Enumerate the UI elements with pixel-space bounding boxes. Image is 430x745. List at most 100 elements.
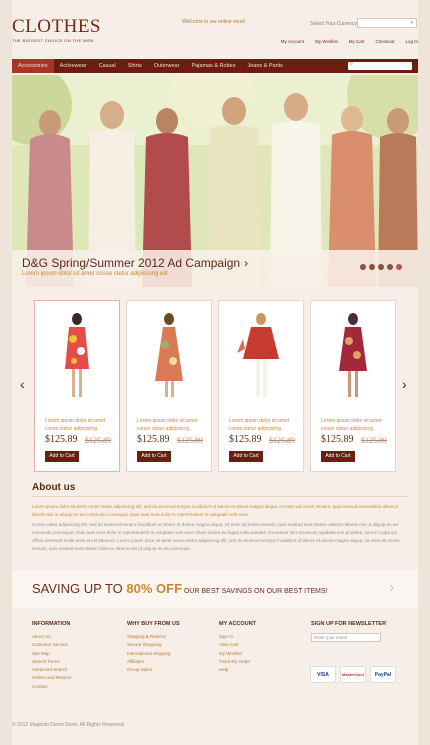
footer-link[interactable]: Advanced Search (32, 666, 72, 674)
nav-item-outerwear[interactable]: Outerwear (148, 59, 186, 73)
product-card[interactable]: Lorem ipsum dolor sit amet conse ctetur … (218, 300, 304, 472)
add-to-cart-button[interactable]: Add to Cart (321, 451, 355, 462)
search-icon[interactable]: ⌕ (350, 61, 353, 68)
link-my-cart[interactable]: My Cart (349, 39, 365, 44)
product-card[interactable]: Lorem ipsum dolor sit amet conse ctetur … (34, 300, 120, 472)
footer-heading: INFORMATION (32, 621, 71, 627)
about-lead: Lorem ipsum dolor sit amet conse ctetur … (32, 504, 399, 517)
hero-caption: D&G Spring/Summer 2012 Ad Campaign › Lore… (12, 250, 418, 287)
saving-banner[interactable]: SAVING UP TO 80% OFF OUR BEST SAVINGS ON… (12, 570, 418, 608)
footer-link[interactable]: Search Terms (32, 658, 72, 666)
currency-select[interactable]: ▾ (357, 18, 417, 28)
slide-dot-active[interactable] (396, 264, 402, 270)
visa-icon: VISA (310, 666, 336, 683)
footer-link[interactable]: Track My Order (219, 658, 256, 666)
product-image[interactable] (319, 309, 387, 403)
about-body: Conse ctetur adipisicing elit, sed do ei… (32, 522, 400, 551)
product-name[interactable]: Lorem ipsum dolor sit amet conse ctetur … (137, 417, 207, 433)
product-old-price: $125.89 (269, 436, 295, 445)
top-links: My Account My Wishlist My Cart Checkout … (281, 39, 418, 44)
product-card[interactable]: Lorem ipsum dolor sit amet conse ctetur … (126, 300, 212, 472)
footer-link[interactable]: Site Map (32, 650, 72, 658)
link-log-in[interactable]: Log In (405, 39, 418, 44)
product-price: $125.89 (45, 434, 78, 445)
saving-prefix: SAVING UP TO (32, 581, 127, 596)
footer-link[interactable]: Orders and Returns (32, 674, 72, 682)
saving-text: SAVING UP TO 80% OFF OUR BEST SAVINGS ON… (32, 581, 328, 596)
nav-item-activewear[interactable]: Activewear (54, 59, 93, 73)
footer-heading: WHY BUY FROM US (127, 621, 180, 627)
footer-link[interactable]: Secure Shopping (127, 641, 180, 649)
footer-link[interactable]: Customer Service (32, 641, 72, 649)
footer-link[interactable]: View Cart (219, 641, 256, 649)
slide-dot[interactable] (387, 264, 393, 270)
footer-why-buy: WHY BUY FROM US Shipping & Returns Secur… (127, 621, 180, 674)
product-price: $125.89 (321, 434, 354, 445)
product-old-price: $125.89 (361, 436, 387, 445)
footer-link[interactable]: Contact (32, 683, 72, 691)
add-to-cart-button[interactable]: Add to Cart (137, 451, 171, 462)
product-price: $125.89 (137, 434, 170, 445)
currency-label: Select Your Currency (310, 21, 357, 27)
saving-highlight: 80% OFF (126, 581, 183, 596)
product-card[interactable]: Lorem ipsum dolor sit amet conse ctetur … (310, 300, 396, 472)
footer-information: INFORMATION About Us Customer Service Si… (32, 621, 72, 691)
product-name[interactable]: Lorem ipsum dolor sit amet conse ctetur … (45, 417, 115, 433)
footer-link[interactable]: Group Sales (127, 666, 180, 674)
slide-dots (360, 264, 402, 270)
link-my-account[interactable]: My Account (281, 39, 304, 44)
page: CLOTHES THE BIGGEST CHOICE ON THE WEB We… (12, 0, 418, 745)
footer-link[interactable]: Sign In (219, 633, 256, 641)
nav-item-jeans-pants[interactable]: Jeans & Pants (241, 59, 288, 73)
footer-link[interactable]: My Wishlist (219, 650, 256, 658)
carousel-prev-button[interactable]: ‹ (20, 376, 25, 392)
mastercard-icon: MasterCard (340, 666, 366, 683)
slide-dot[interactable] (369, 264, 375, 270)
tagline: THE BIGGEST CHOICE ON THE WEB (12, 38, 94, 43)
arrow-right-icon[interactable]: › (389, 579, 394, 595)
add-to-cart-button[interactable]: Add to Cart (45, 451, 79, 462)
product-price: $125.89 (229, 434, 262, 445)
copyright: © 2012 Magento Demo Store. All Rights Re… (12, 722, 125, 728)
hero-title[interactable]: D&G Spring/Summer 2012 Ad Campaign › (22, 256, 248, 270)
nav-item-accessories[interactable]: Accessories (12, 59, 54, 73)
paypal-icon: PayPal (370, 666, 396, 683)
product-image[interactable] (43, 309, 111, 403)
footer-link[interactable]: About Us (32, 633, 72, 641)
slide-dot[interactable] (378, 264, 384, 270)
nav-item-casual[interactable]: Casual (93, 59, 122, 73)
arrow-right-icon: › (244, 256, 249, 270)
footer-heading: MY ACCOUNT (219, 621, 256, 627)
product-image[interactable] (227, 309, 295, 403)
product-old-price: $125.89 (85, 436, 111, 445)
logo[interactable]: CLOTHES (12, 16, 101, 38)
product-name[interactable]: Lorem ipsum dolor sit amet conse ctetur … (321, 417, 391, 433)
carousel-next-button[interactable]: › (402, 376, 407, 392)
footer-link[interactable]: Affiliates (127, 658, 180, 666)
product-old-price: $125.89 (177, 436, 203, 445)
link-my-wishlist[interactable]: My Wishlist (315, 39, 338, 44)
add-to-cart-button[interactable]: Add to Cart (229, 451, 263, 462)
divider (32, 496, 408, 497)
link-checkout[interactable]: Checkout (375, 39, 394, 44)
product-image[interactable] (135, 309, 203, 403)
footer-link[interactable]: Shipping & Returns (127, 633, 180, 641)
nav-item-pajamas-robes[interactable]: Pajamas & Robes (185, 59, 241, 73)
search-input[interactable]: ⌕ (348, 61, 412, 70)
hero-title-text: D&G Spring/Summer 2012 Ad Campaign (22, 256, 241, 270)
nav-item-shirts[interactable]: Shirts (122, 59, 148, 73)
slide-dot[interactable] (360, 264, 366, 270)
about-title: About us (32, 482, 76, 493)
footer-link[interactable]: Help (219, 666, 256, 674)
footer-newsletter: SIGN UP FOR NEWSLETTER Enter your email (311, 621, 386, 642)
hero-banner[interactable]: D&G Spring/Summer 2012 Ad Campaign › Lore… (12, 75, 418, 287)
saving-suffix: OUR BEST SAVINGS ON OUR BEST ITEMS! (182, 588, 328, 595)
hero-subtitle: Lorem ipsum dolor sit amet conse ctetur … (22, 271, 168, 277)
welcome-message: Welcome to our online store! (182, 19, 246, 25)
footer-heading: SIGN UP FOR NEWSLETTER (311, 621, 387, 627)
product-carousel: ‹ › Lorem ipsum dolor sit amet conse cte… (12, 300, 418, 475)
newsletter-email-input[interactable]: Enter your email (311, 633, 381, 642)
footer-link[interactable]: International Shipping (127, 650, 180, 658)
chevron-down-icon: ▾ (410, 20, 413, 26)
product-name[interactable]: Lorem ipsum dolor sit amet conse ctetur … (229, 417, 299, 433)
